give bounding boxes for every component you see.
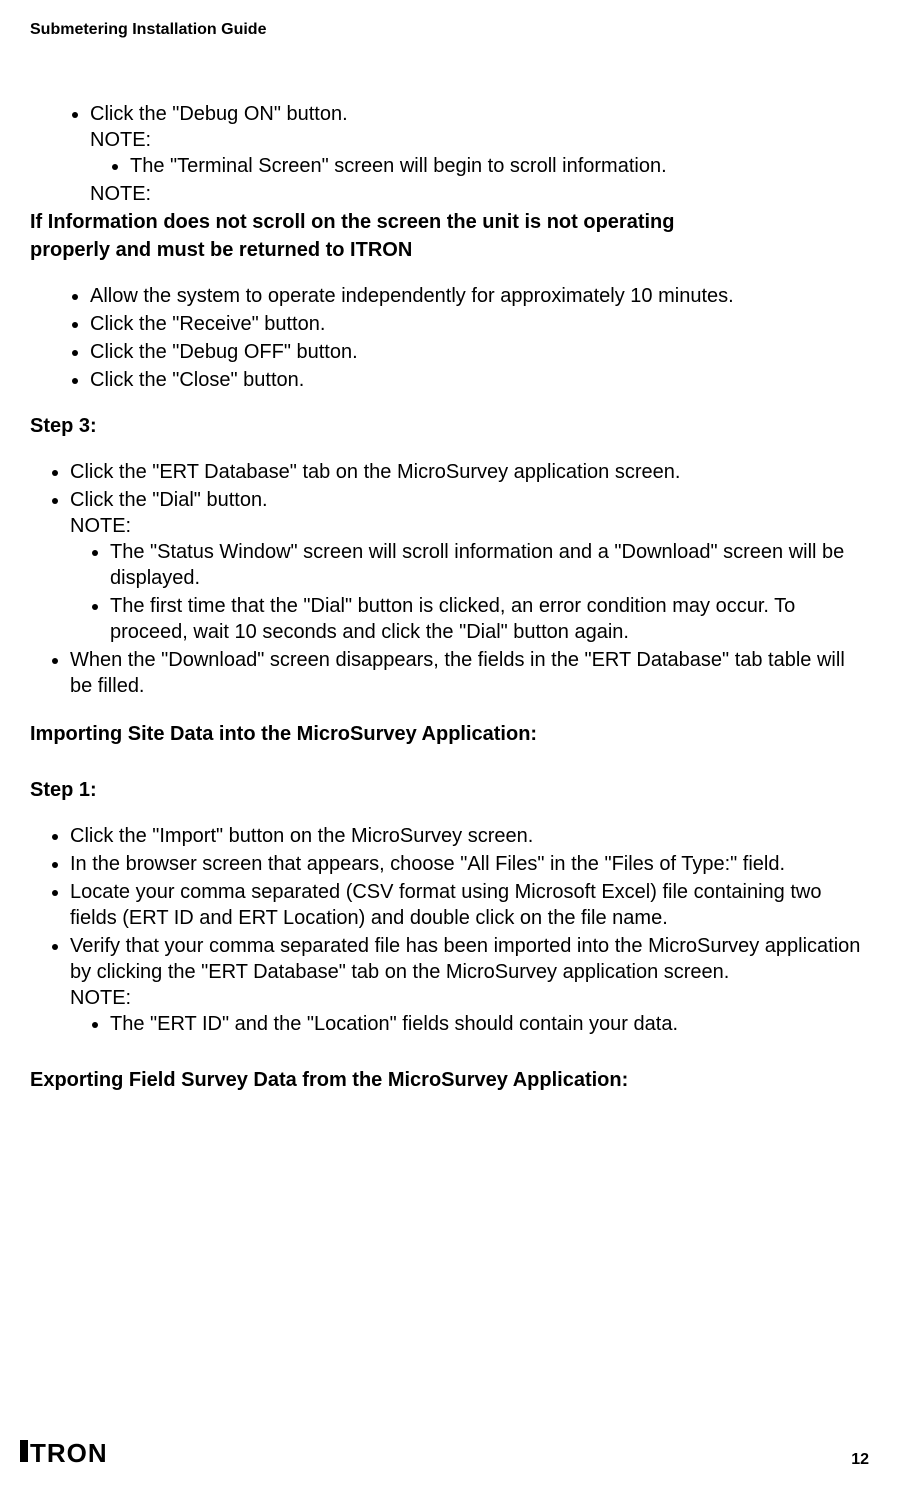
note-label: NOTE: — [70, 513, 869, 539]
list-item: When the "Download" screen disappears, t… — [70, 647, 869, 699]
list-item: The first time that the "Dial" button is… — [110, 593, 869, 645]
note-label: NOTE: — [90, 127, 869, 153]
list-item: Click the "Debug ON" button. NOTE: The "… — [90, 101, 869, 207]
list-item: In the browser screen that appears, choo… — [70, 851, 869, 877]
warning-line-1: If Information does not scroll on the sc… — [30, 209, 869, 235]
export-heading: Exporting Field Survey Data from the Mic… — [30, 1067, 869, 1093]
list-item: Allow the system to operate independentl… — [90, 283, 869, 309]
step-1-label: Step 1: — [30, 777, 869, 803]
item-text: Click the "Debug ON" button. — [90, 103, 348, 125]
note-label: NOTE: — [90, 181, 869, 207]
footer: TRON 12 — [20, 1437, 869, 1471]
item-text: Verify that your comma separated file ha… — [70, 935, 860, 983]
item-text: Click the "Dial" button. — [70, 489, 268, 511]
inner-list: The "Terminal Screen" screen will begin … — [90, 153, 869, 179]
warning-line-2: properly and must be returned to ITRON — [30, 237, 869, 263]
header-title: Submetering Installation Guide — [30, 20, 869, 41]
list-item: Click the "Receive" button. — [90, 311, 869, 337]
list-item: Click the "Close" button. — [90, 367, 869, 393]
list-item: Verify that your comma separated file ha… — [70, 933, 869, 1037]
logo-bar-icon — [20, 1440, 28, 1462]
list-item: Click the "ERT Database" tab on the Micr… — [70, 459, 869, 485]
list-item: Click the "Debug OFF" button. — [90, 339, 869, 365]
list-item: Locate your comma separated (CSV format … — [70, 879, 869, 931]
import-heading: Importing Site Data into the MicroSurvey… — [30, 721, 869, 747]
list-item: Click the "Import" button on the MicroSu… — [70, 823, 869, 849]
step1-list: Click the "Import" button on the MicroSu… — [30, 823, 869, 1037]
logo: TRON — [20, 1437, 108, 1471]
note-label: NOTE: — [70, 985, 869, 1011]
block2-list: Allow the system to operate independentl… — [30, 283, 869, 393]
list-item: The "Status Window" screen will scroll i… — [110, 539, 869, 591]
page-number: 12 — [851, 1450, 869, 1471]
logo-text: TRON — [30, 1438, 108, 1468]
step3-list: Click the "ERT Database" tab on the Micr… — [30, 459, 869, 699]
list-item: Click the "Dial" button. NOTE: The "Stat… — [70, 487, 869, 645]
step-3-label: Step 3: — [30, 413, 869, 439]
inner-list: The "Status Window" screen will scroll i… — [70, 539, 869, 645]
list-item: The "ERT ID" and the "Location" fields s… — [110, 1011, 869, 1037]
inner-list: The "ERT ID" and the "Location" fields s… — [70, 1011, 869, 1037]
block1-list: Click the "Debug ON" button. NOTE: The "… — [30, 101, 869, 207]
list-item: The "Terminal Screen" screen will begin … — [130, 153, 869, 179]
